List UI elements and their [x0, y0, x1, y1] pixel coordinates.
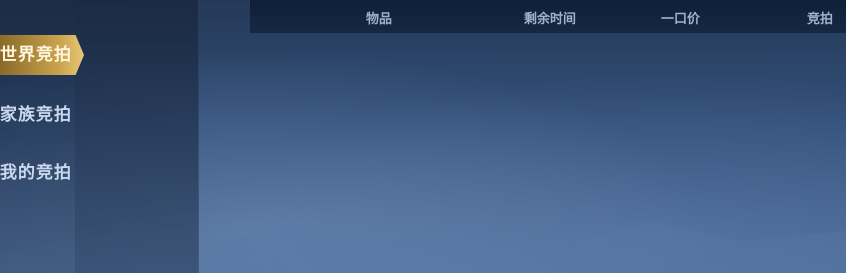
tab-clan-auction[interactable]: 家族竞拍: [0, 95, 84, 135]
column-header-bid[interactable]: 竞拍: [807, 0, 833, 33]
tab-world-auction[interactable]: 世界竞拍: [0, 35, 84, 75]
table-header-bar: 物品 剩余时间 一口价 竞拍: [250, 0, 846, 34]
column-header-remaining-time[interactable]: 剩余时间: [524, 0, 576, 33]
tab-world-auction-label: 世界竞拍: [0, 45, 72, 65]
column-header-item[interactable]: 物品: [366, 0, 392, 33]
sidebar-divider-column: [75, 0, 199, 273]
tab-my-auction[interactable]: 我的竞拍: [0, 153, 84, 193]
tab-my-auction-label: 我的竞拍: [0, 163, 72, 183]
column-header-buyout-price[interactable]: 一口价: [661, 0, 700, 33]
tab-clan-auction-label: 家族竞拍: [0, 105, 72, 125]
